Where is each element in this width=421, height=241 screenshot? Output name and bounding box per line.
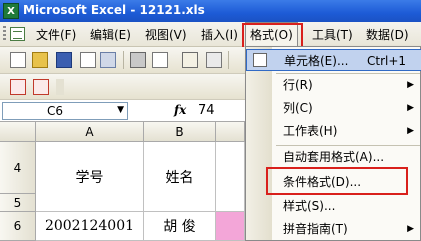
submenu-arrow-icon: ▶ (407, 103, 414, 113)
menu-item-sheet[interactable]: 工作表(H) ▶ (246, 120, 421, 142)
print-icon[interactable] (130, 52, 146, 68)
cell-b4[interactable]: 姓名 (144, 142, 216, 212)
menu-file[interactable]: 文件(F) (36, 26, 76, 44)
menu-item-cells-shortcut: Ctrl+1 (367, 54, 407, 68)
toolbar-separator (123, 51, 124, 69)
name-box[interactable]: C6 ▼ (2, 102, 128, 120)
window-title: Microsoft Excel - 12121.xls (23, 3, 205, 17)
column-header-a[interactable]: A (36, 122, 144, 142)
menu-view[interactable]: 视图(V) (145, 26, 187, 44)
column-header-c[interactable] (216, 122, 245, 142)
row-header-5[interactable]: 5 (0, 194, 36, 212)
menu-item-sheet-label: 工作表(H) (283, 124, 338, 138)
menu-bar: 文件(F) 编辑(E) 视图(V) 插入(I) 工具(T) 数据(D) (0, 22, 421, 47)
row-header-6[interactable]: 6 (0, 212, 36, 241)
menu-item-cells-label: 单元格(E)... (284, 54, 349, 68)
cell-a6[interactable]: 2002124001 (36, 212, 144, 241)
toolbar-options-icon[interactable] (56, 79, 64, 95)
pdf-icon[interactable] (10, 79, 26, 95)
cell-b6[interactable]: 胡 俊 (144, 212, 216, 241)
chevron-down-icon[interactable]: ▼ (117, 105, 124, 115)
menu-item-style[interactable]: 样式(S)... (246, 195, 421, 217)
select-all-corner[interactable] (0, 122, 36, 142)
save-icon[interactable] (56, 52, 72, 68)
row-header-4[interactable]: 4 (0, 142, 36, 194)
insert-function-icon[interactable]: fx (174, 103, 186, 117)
cell-a4[interactable]: 学号 (36, 142, 144, 212)
cells-format-icon (253, 53, 267, 67)
submenu-arrow-icon: ▶ (407, 126, 414, 136)
name-box-value: C6 (47, 104, 64, 118)
menu-item-style-label: 样式(S)... (283, 199, 336, 213)
open-folder-icon[interactable] (32, 52, 48, 68)
submenu-arrow-icon: ▶ (407, 224, 414, 234)
cell-c4[interactable] (216, 142, 245, 212)
research-icon[interactable] (206, 52, 222, 68)
permission-icon[interactable] (80, 52, 96, 68)
toolbar-separator (228, 51, 229, 69)
column-header-b[interactable]: B (144, 122, 216, 142)
pdf-settings-icon[interactable] (33, 79, 49, 95)
menu-item-column[interactable]: 列(C) ▶ (246, 97, 421, 119)
conditional-formatting-annotation-box (266, 167, 408, 195)
menu-item-row[interactable]: 行(R) ▶ (246, 74, 421, 96)
menu-item-cells[interactable]: 单元格(E)... Ctrl+1 (246, 49, 421, 71)
workbook-icon[interactable] (10, 27, 25, 41)
menu-item-phonetic-guide-label: 拼音指南(T) (283, 222, 348, 236)
menu-item-phonetic-guide[interactable]: 拼音指南(T) ▶ (246, 218, 421, 240)
email-icon[interactable] (100, 52, 116, 68)
excel-app-icon[interactable]: X (3, 3, 19, 19)
cell-c6[interactable] (216, 212, 245, 241)
menu-data[interactable]: 数据(D) (366, 26, 409, 44)
submenu-arrow-icon: ▶ (407, 80, 414, 90)
menu-item-column-label: 列(C) (283, 101, 313, 115)
menubar-grip[interactable] (3, 26, 6, 42)
menu-tools[interactable]: 工具(T) (312, 26, 353, 44)
format-dropdown-menu: 单元格(E)... Ctrl+1 行(R) ▶ 列(C) ▶ 工作表(H) ▶ … (245, 46, 421, 241)
menu-edit[interactable]: 编辑(E) (90, 26, 131, 44)
menu-insert[interactable]: 插入(I) (201, 26, 238, 44)
title-bar: X Microsoft Excel - 12121.xls (0, 0, 421, 22)
new-document-icon[interactable] (10, 52, 26, 68)
formula-input[interactable]: 74 (198, 103, 215, 118)
menu-item-autoformat-label: 自动套用格式(A)... (283, 150, 385, 164)
menu-item-autoformat[interactable]: 自动套用格式(A)... (246, 146, 421, 168)
print-preview-icon[interactable] (152, 52, 168, 68)
spelling-icon[interactable] (182, 52, 198, 68)
menu-item-row-label: 行(R) (283, 78, 313, 92)
